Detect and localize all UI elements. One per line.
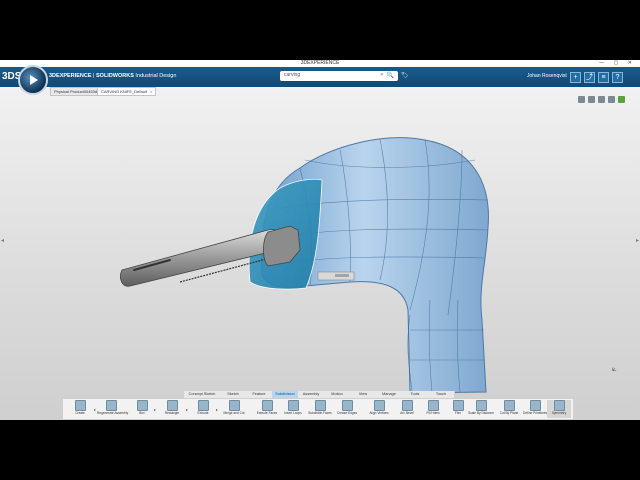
merge-cut-icon: [228, 400, 240, 411]
cut-plane-icon: [503, 400, 515, 411]
video-letterbox-bottom: [0, 420, 640, 480]
extrude-faces-button[interactable]: Extrude Faces: [255, 400, 279, 418]
action-label: Arc Bevel: [400, 411, 414, 415]
action-label: Flex: [454, 411, 462, 415]
rectangle-icon: [166, 400, 178, 411]
dropdown-icon[interactable]: ▸: [186, 407, 188, 412]
app-window: 3DEXPERIENCE — ▢ ✕ 3DS 3DEXPERIENCE | SO…: [0, 60, 640, 420]
regenerate-assembly-button[interactable]: Regenerate Assembly: [97, 400, 129, 418]
axis-triad-icon: ⟀: [612, 364, 617, 373]
flex-icon: [452, 400, 464, 411]
insert-loops-icon: [287, 400, 299, 411]
symmetry-icon: [553, 400, 565, 411]
action-label: Crease Edges: [336, 411, 358, 415]
extrude-faces-icon: [261, 400, 273, 411]
box-icon: [136, 400, 148, 411]
define-primitives-button[interactable]: Define Primitives: [521, 400, 549, 418]
flex-button[interactable]: Flex: [447, 400, 469, 418]
extrude-button[interactable]: Extrude: [191, 400, 215, 418]
define-primitives-icon: [529, 400, 541, 411]
action-bar: Create ▸ Regenerate Assembly Box ▸ Recta…: [62, 398, 574, 420]
subdivide-faces-icon: [314, 400, 326, 411]
subdivide-faces-button[interactable]: Subdivide Faces: [307, 400, 333, 418]
crease-edges-button[interactable]: Crease Edges: [335, 400, 359, 418]
extrude-icon: [197, 400, 209, 411]
dropdown-icon[interactable]: ▸: [154, 407, 156, 412]
box-button[interactable]: Box: [131, 400, 153, 418]
align-vertices-button[interactable]: Align Vertices: [365, 400, 393, 418]
arc-bevel-icon: [401, 400, 413, 411]
merge-and-cut-button[interactable]: Merge and Cut: [221, 400, 247, 418]
video-letterbox-top: [0, 0, 640, 60]
action-label: Regenerate Assembly: [97, 411, 129, 415]
fill-holes-button[interactable]: Fill Holes: [421, 400, 445, 418]
action-label: Subdivide Faces: [308, 411, 332, 415]
scale-icon: [475, 400, 487, 411]
action-label: Insert Loops: [284, 411, 302, 415]
create-icon: [74, 400, 86, 411]
scale-by-distance-button[interactable]: Scale By Distance: [467, 400, 495, 418]
tab-manage[interactable]: Manage: [376, 391, 403, 398]
crease-edges-icon: [341, 400, 353, 411]
action-label: Box: [139, 411, 145, 415]
symmetry-button[interactable]: Symmetry: [547, 400, 571, 418]
action-label: Extrude Faces: [256, 411, 278, 415]
action-label: Scale By Distance: [468, 411, 494, 415]
action-label: Create: [75, 411, 85, 415]
dropdown-icon[interactable]: ▸: [216, 407, 218, 412]
fill-holes-icon: [427, 400, 439, 411]
rectangle-button[interactable]: Rectangle: [159, 400, 185, 418]
action-label: Merge and Cut: [223, 411, 245, 415]
create-button[interactable]: Create: [67, 400, 93, 418]
tab-motion[interactable]: Motion: [324, 391, 351, 398]
tab-sketch[interactable]: Sketch: [220, 391, 247, 398]
cut-by-plane-button[interactable]: Cut By Plane: [497, 400, 521, 418]
tab-touch[interactable]: Touch: [428, 391, 455, 398]
arc-bevel-button[interactable]: Arc Bevel: [395, 400, 419, 418]
action-label: Cut By Plane: [499, 411, 519, 415]
tab-tools[interactable]: Tools: [402, 391, 429, 398]
action-label: Fill Holes: [426, 411, 440, 415]
manipulator-handle[interactable]: [317, 271, 355, 281]
action-label: Align Vertices: [369, 411, 389, 415]
3d-model-viewport[interactable]: [0, 60, 640, 420]
align-vertices-icon: [373, 400, 385, 411]
action-label: Define Primitives: [523, 411, 547, 415]
tab-concept-sketch[interactable]: Concept Sketch: [184, 391, 221, 398]
insert-loops-button[interactable]: Insert Loops: [281, 400, 305, 418]
action-label: Extrude: [197, 411, 209, 415]
tab-subdivision[interactable]: Subdivision: [272, 391, 299, 398]
action-label: Symmetry: [551, 411, 567, 415]
tab-assembly[interactable]: Assembly: [298, 391, 325, 398]
dropdown-icon[interactable]: ▸: [94, 407, 96, 412]
action-label: Rectangle: [164, 411, 180, 415]
tab-view[interactable]: View: [350, 391, 377, 398]
tab-feature[interactable]: Feature: [246, 391, 273, 398]
regenerate-icon: [105, 400, 117, 411]
